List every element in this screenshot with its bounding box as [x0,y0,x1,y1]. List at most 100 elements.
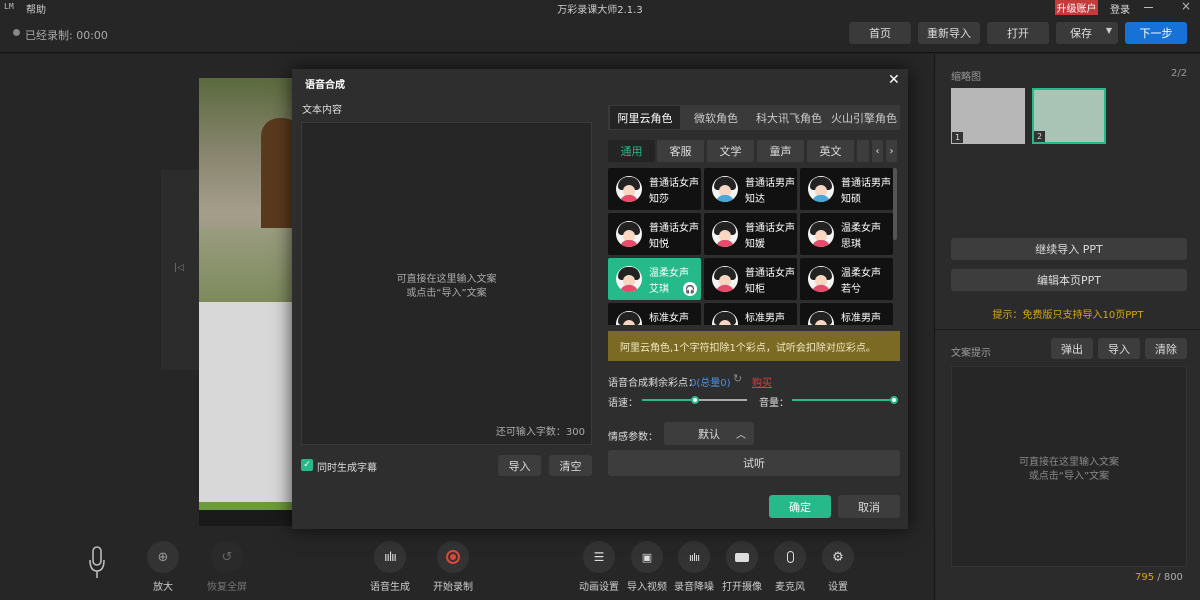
top-toolbar: 已经录制: 00:00 首页 重新导入 打开 保存 ▼ 下一步 [0,15,1200,53]
dialog-title: 语音合成 [305,80,345,91]
tab-microsoft[interactable]: 微软角色 [686,105,746,130]
category-general[interactable]: 通用 [608,140,655,162]
script-textarea[interactable]: 可直接在这里输入文案 或点击“导入”文案 [951,366,1187,567]
voice-avatar-icon [616,311,642,325]
thumbnail-2-selected[interactable]: 2 [1032,88,1106,144]
home-button[interactable]: 首页 [849,22,911,44]
voice-avatar-icon [712,176,738,202]
zoom-in-icon: ⊕ [157,549,169,565]
microphone-icon[interactable] [88,546,106,580]
video-file-icon: ▣ [641,550,653,564]
script-clear-button[interactable]: 清除 [1145,338,1187,359]
record-status-icon [13,29,20,36]
cancel-button[interactable]: 取消 [838,495,900,518]
login-link[interactable]: 登录 [1110,1,1130,16]
tab-volcano[interactable]: 火山引擎角色 [828,105,900,130]
list-icon: ☰ [593,550,605,564]
restore-icon: ↺ [221,549,233,565]
script-char-count: 795 / 800 [1135,572,1183,583]
voice-card[interactable]: 标准男声 [704,303,797,325]
thumbnail-title: 缩略图 [951,72,981,83]
voice-card[interactable]: 普通话男声 知硕 [800,168,893,210]
voice-generate-tool[interactable]: ıılıı 语音生成 [360,541,420,593]
voice-card[interactable]: 普通话女声 知柜 [704,258,797,300]
record-status-text: 已经录制: 00:00 [25,29,108,42]
confirm-button[interactable]: 确定 [769,495,831,518]
voice-card[interactable]: 温柔女声 若兮 [800,258,893,300]
edit-page-ppt-button[interactable]: 编辑本页PPT [951,269,1187,291]
voice-card[interactable]: 普通话女声 知媛 [704,213,797,255]
voice-avatar-icon [616,266,642,292]
speed-slider[interactable] [642,396,747,404]
volume-label: 音量： [759,398,789,409]
right-panel: 缩略图 2/2 1 2 继续导入 PPT 编辑本页PPT 提示：免费版只支持导入… [934,54,1200,600]
text-content-label: 文本内容 [302,105,342,116]
voice-card[interactable]: 普通话男声 知达 [704,168,797,210]
category-child[interactable]: 童声 [757,140,804,162]
remaining-chars: 还可输入字数：300 [495,427,585,438]
dialog-close-icon[interactable]: ✕ [888,72,900,88]
billing-notice: 阿里云角色,1个字符扣除1个彩点，试听会扣除对应彩点。 [608,331,900,361]
tab-iflytek[interactable]: 科大讯飞角色 [754,105,824,130]
voice-card[interactable]: 标准男声 [800,303,893,325]
volume-slider-handle[interactable] [890,396,898,404]
voice-grid: 普通话女声 知莎 普通话男声 知达 普通话男声 知硕普通话女声 知悦 普通话女声 知媛 温柔女声思… [608,168,898,325]
tab-aliyun[interactable]: 阿里云角色 [610,106,680,129]
voice-card[interactable]: 普通话女声 知莎 [608,168,701,210]
voice-grid-scrollbar[interactable] [893,168,897,240]
record-icon [446,550,460,564]
voice-avatar-icon [616,176,642,202]
volume-slider[interactable] [792,396,898,404]
emotion-label: 情感参数： [608,432,658,443]
speed-slider-handle[interactable] [690,396,699,404]
voice-avatar-icon [808,266,834,292]
category-english[interactable]: 英文 [807,140,854,162]
category-service[interactable]: 客服 [657,140,704,162]
voice-avatar-icon [616,221,642,247]
category-prev-icon[interactable]: ‹ [872,140,883,162]
script-hint-title: 文案提示 [951,348,991,359]
emotion-dropdown[interactable]: 默认 ︿ [664,422,754,445]
speech-synthesis-dialog: 语音合成 ✕ 文本内容 可直接在这里输入文案 或点击“导入”文案 还可输入字数：… [292,69,908,529]
category-next-icon[interactable]: › [886,140,897,162]
next-step-button[interactable]: 下一步 [1125,22,1187,44]
zoom-in-tool[interactable]: ⊕ 放大 [133,541,193,593]
voice-card-selected[interactable]: 温柔女声 艾琪 🎧 [608,258,701,300]
text-clear-button[interactable]: 清空 [549,455,592,476]
slide-green-strip [199,502,293,510]
text-content-textarea[interactable]: 可直接在这里输入文案 或点击“导入”文案 还可输入字数：300 [301,122,592,445]
speed-slider-fill [642,399,695,401]
start-record-tool[interactable]: 开始录制 [423,541,483,593]
thumbnail-1[interactable]: 1 [951,88,1025,144]
refresh-icon[interactable]: ↻ [733,372,742,385]
category-literature[interactable]: 文学 [707,140,754,162]
buy-link[interactable]: 购买 [752,374,772,389]
points-value: 0(总量0) [690,378,731,389]
window-title: 万彩录课大师2.1.3 [557,5,643,16]
settings-tool[interactable]: ⚙ 设置 [808,541,868,593]
headphone-icon[interactable]: 🎧 [683,282,697,296]
save-dropdown[interactable]: 保存 ▼ [1056,22,1118,44]
upgrade-account-button[interactable]: 升级账户 [1055,0,1098,15]
camera-icon [735,552,749,562]
collapse-left-icon[interactable]: |◁ [174,263,184,273]
voice-card[interactable]: 温柔女声 思琪 [800,213,893,255]
minimize-icon[interactable] [1144,7,1153,8]
script-import-button[interactable]: 导入 [1098,338,1140,359]
restore-fullscreen-tool[interactable]: ↺ 恢复全屏 [197,541,257,593]
subtitle-checkbox[interactable]: ✓ [301,459,313,471]
voice-card[interactable]: 标准女声 [608,303,701,325]
continue-import-ppt-button[interactable]: 继续导入 PPT [951,238,1187,260]
text-import-button[interactable]: 导入 [498,455,541,476]
category-more[interactable] [857,140,869,162]
voice-card[interactable]: 普通话女声 知悦 [608,213,701,255]
chevron-up-icon: ︿ [736,430,746,441]
reimport-button[interactable]: 重新导入 [918,22,980,44]
voice-avatar-icon [712,311,738,325]
collapse-panel[interactable]: |◁ [161,170,199,370]
close-window-icon[interactable]: × [1181,0,1191,13]
popout-button[interactable]: 弹出 [1051,338,1093,359]
thumbnail-count: 2/2 [1171,68,1188,79]
preview-button[interactable]: 试听 [608,450,900,476]
open-button[interactable]: 打开 [987,22,1049,44]
